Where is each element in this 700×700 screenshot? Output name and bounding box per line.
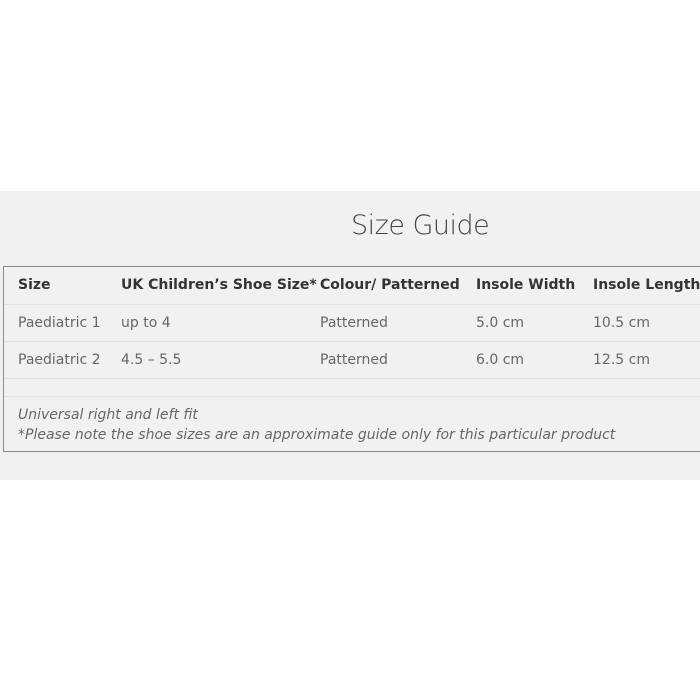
cell-insole-length: 10.5 cm	[593, 315, 650, 331]
empty-row	[4, 379, 700, 397]
header-uk-shoe-size: UK Children’s Shoe Size*	[121, 277, 317, 293]
cell-colour: Patterned	[320, 352, 388, 368]
header-colour: Colour/ Patterned	[320, 277, 460, 293]
size-table: Size UK Children’s Shoe Size* Colour/ Pa…	[3, 266, 700, 452]
cell-insole-length: 12.5 cm	[593, 352, 650, 368]
header-insole-width: Insole Width	[476, 277, 576, 293]
cell-insole-width: 6.0 cm	[476, 352, 525, 368]
notes: Universal right and left fit *Please not…	[18, 405, 615, 445]
table-row: Paediatric 2 4.5 – 5.5 Patterned 6.0 cm …	[4, 342, 700, 379]
note-fit: Universal right and left fit	[18, 407, 198, 423]
header-insole-length: Insole Length	[593, 277, 700, 293]
cell-insole-width: 5.0 cm	[476, 315, 525, 331]
table-row: Paediatric 1 up to 4 Patterned 5.0 cm 10…	[4, 304, 700, 342]
table-header-row: Size UK Children’s Shoe Size* Colour/ Pa…	[4, 267, 700, 305]
page-title: Size Guide	[351, 210, 490, 241]
cell-uk-shoe-size: 4.5 – 5.5	[121, 352, 182, 368]
note-disclaimer: *Please note the shoe sizes are an appro…	[18, 427, 616, 443]
header-size: Size	[18, 277, 51, 293]
cell-size: Paediatric 1	[18, 315, 101, 331]
cell-colour: Patterned	[320, 315, 388, 331]
cell-uk-shoe-size: up to 4	[121, 315, 171, 331]
cell-size: Paediatric 2	[18, 352, 101, 368]
